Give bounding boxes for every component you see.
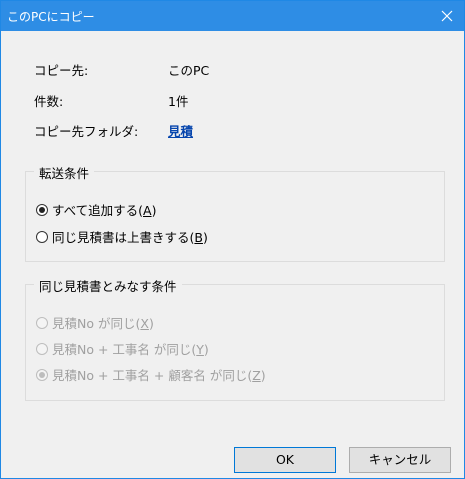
folder-link[interactable]: 見積 [168,121,193,140]
count-label: 件数: [34,94,64,109]
close-button[interactable] [430,1,464,31]
dialog-title: このPCにコピー [7,10,95,24]
radio-same-no[interactable]: 見積No が同じ(X) [36,313,154,332]
copy-dialog: このPCにコピー コピー先: このPC 件数: 1件 コピー先フォルダ: 見積 … [0,0,465,479]
same-estimate-conditions-title: 同じ見積書とみなす条件 [34,276,182,295]
radio-label: 見積No + 工事名 + 顧客名 が同じ(Z) [52,368,266,383]
radio-same-no-project-customer[interactable]: 見積No + 工事名 + 顧客名 が同じ(Z) [36,365,266,384]
radio-overwrite[interactable]: 同じ見積書は上書きする(B) [36,227,208,246]
cancel-button[interactable]: キャンセル [349,447,451,473]
destination-value: このPC [168,63,210,78]
destination-label: コピー先: [34,63,89,78]
radio-label: すべて追加する(A) [52,203,157,218]
close-icon [441,10,453,22]
radio-label: 見積No が同じ(X) [52,316,154,331]
radio-same-no-project[interactable]: 見積No + 工事名 が同じ(Y) [36,339,209,358]
folder-label: コピー先フォルダ: [34,124,139,139]
radio-button[interactable] [36,316,48,329]
transfer-conditions-group: 転送条件 すべて追加する(A) 同じ見積書は上書きする(B) [25,163,445,262]
transfer-conditions-title: 転送条件 [34,163,95,182]
radio-button[interactable] [36,203,48,216]
same-estimate-conditions-group: 同じ見積書とみなす条件 見積No が同じ(X) 見積No + 工事名 が同じ(Y… [25,276,445,401]
radio-label: 同じ見積書は上書きする(B) [52,230,208,245]
ok-button[interactable]: OK [234,447,336,473]
count-value: 1件 [168,94,189,109]
title-bar: このPCにコピー [1,1,464,31]
radio-add-all[interactable]: すべて追加する(A) [36,200,156,219]
radio-button[interactable] [36,368,48,381]
radio-button[interactable] [36,342,48,355]
radio-button[interactable] [36,230,48,243]
radio-label: 見積No + 工事名 が同じ(Y) [52,342,209,357]
